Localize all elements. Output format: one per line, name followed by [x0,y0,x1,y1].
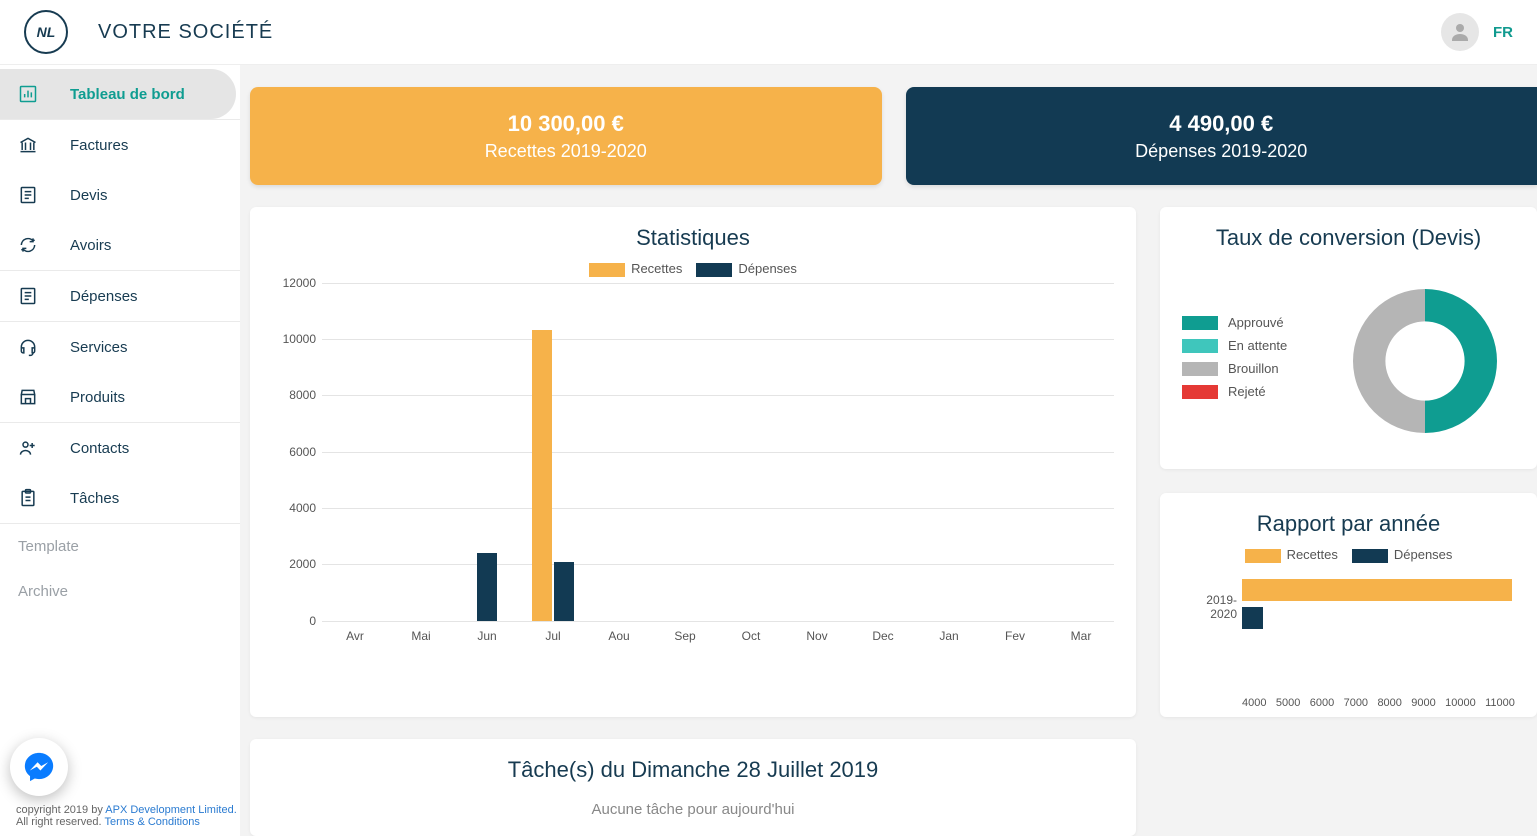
avatar[interactable] [1441,13,1479,51]
sidebar-item-label: Dépenses [70,288,138,305]
legend-swatch-revenue [589,263,625,277]
horizontal-bar-chart: 2019-2020 [1242,573,1515,693]
sidebar-sub-template[interactable]: Template [0,524,240,569]
donut-legend: ApprouvéEn attenteBrouillonRejeté [1182,315,1287,407]
store-icon [18,387,38,407]
footer-text: copyright 2019 by [16,804,105,816]
legend-label: Dépenses [1394,547,1453,562]
card-conversion-rate: Taux de conversion (Devis) ApprouvéEn at… [1160,207,1537,469]
chart-title: Statistiques [272,225,1114,251]
footer: copyright 2019 by APX Development Limite… [16,804,237,828]
sidebar-item-label: Tableau de bord [70,86,185,103]
sidebar: Tableau de bord Factures Devis Avoirs Dé… [0,65,240,836]
revenue-value: 10 300,00 € [508,111,624,137]
footer-link-terms[interactable]: Terms & Conditions [104,816,199,828]
legend-swatch-expense [696,263,732,277]
sidebar-item-expenses[interactable]: Dépenses [0,270,240,321]
tasks-empty-message: Aucune tâche pour aujourd'hui [272,801,1114,818]
sidebar-item-services[interactable]: Services [0,321,240,372]
legend-label: Recettes [631,261,682,276]
footer-link-company[interactable]: APX Development Limited. [105,804,236,816]
revenue-label: Recettes 2019-2020 [485,141,647,162]
card-expense[interactable]: 4 490,00 € Dépenses 2019-2020 [906,87,1537,185]
main-content: 10 300,00 € Recettes 2019-2020 4 490,00 … [240,65,1537,836]
sidebar-item-quotes[interactable]: Devis [0,170,240,220]
legend-label: Dépenses [738,261,797,276]
sidebar-item-products[interactable]: Produits [0,372,240,422]
app-logo[interactable]: NL [24,10,68,54]
list-icon [18,185,38,205]
app-header: NL VOTRE SOCIÉTÉ FR [0,0,1537,65]
sidebar-item-label: Devis [70,187,108,204]
card-year-report: Rapport par année Recettes Dépenses 2019… [1160,493,1537,717]
logo-text: NL [37,24,56,40]
expense-label: Dépenses 2019-2020 [1135,141,1307,162]
sidebar-item-label: Produits [70,389,125,406]
sidebar-item-label: Contacts [70,440,129,457]
language-switch[interactable]: FR [1493,24,1513,41]
sidebar-item-label: Avoirs [70,237,111,254]
chart-title: Rapport par année [1182,511,1515,537]
sidebar-item-invoices[interactable]: Factures [0,119,240,170]
sidebar-item-dashboard[interactable]: Tableau de bord [0,69,236,119]
chart-legend: Recettes Dépenses [1182,547,1515,563]
card-tasks: Tâche(s) du Dimanche 28 Juillet 2019 Auc… [250,739,1136,836]
sidebar-item-label: Services [70,339,128,356]
card-statistics-chart: Statistiques Recettes Dépenses 020004000… [250,207,1136,717]
chart-title: Taux de conversion (Devis) [1182,225,1515,251]
messenger-icon [22,750,56,784]
avatar-icon [1448,20,1472,44]
legend-swatch-revenue [1245,549,1281,563]
chart-legend: Recettes Dépenses [272,261,1114,277]
card-revenue[interactable]: 10 300,00 € Recettes 2019-2020 [250,87,882,185]
sidebar-item-credits[interactable]: Avoirs [0,220,240,270]
expense-value: 4 490,00 € [1169,111,1273,137]
company-name: VOTRE SOCIÉTÉ [98,21,273,44]
sidebar-item-tasks[interactable]: Tâches [0,473,240,523]
bar-chart: 020004000600080001000012000AvrMaiJunJulA… [322,283,1114,645]
legend-swatch-expense [1352,549,1388,563]
refresh-icon [18,235,38,255]
legend-label: Recettes [1287,547,1338,562]
list-icon [18,286,38,306]
tasks-title: Tâche(s) du Dimanche 28 Juillet 2019 [272,757,1114,783]
sidebar-item-contacts[interactable]: Contacts [0,422,240,473]
footer-text: All right reserved. [16,816,104,828]
bank-icon [18,135,38,155]
sidebar-item-label: Tâches [70,490,119,507]
sidebar-sub-archive[interactable]: Archive [0,569,240,614]
dashboard-icon [18,84,38,104]
contacts-icon [18,438,38,458]
x-axis: 4000500060007000800090001000011000 [1242,697,1515,709]
messenger-fab[interactable] [10,738,68,796]
clipboard-icon [18,488,38,508]
donut-chart [1335,271,1515,451]
headset-icon [18,337,38,357]
sidebar-item-label: Factures [70,137,128,154]
